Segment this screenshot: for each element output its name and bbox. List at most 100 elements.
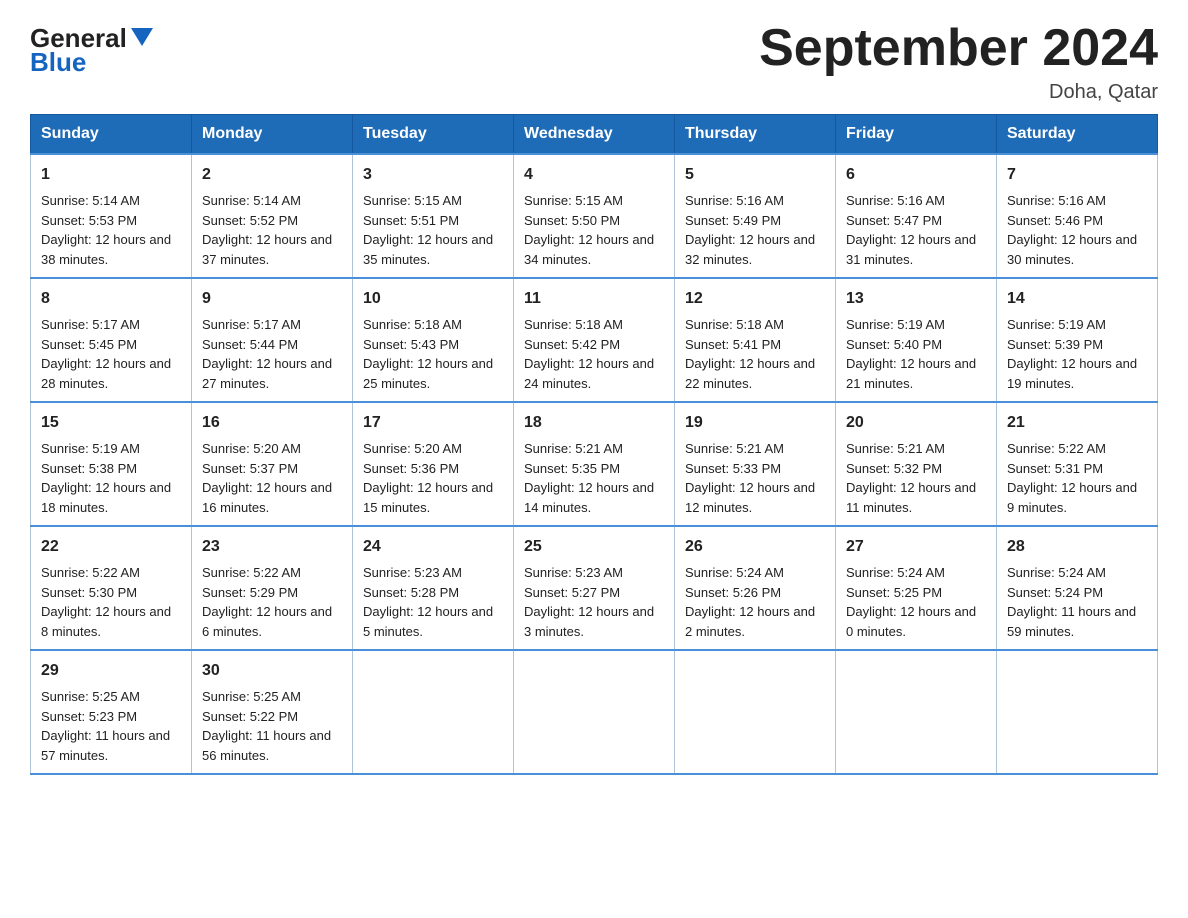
sunrise-text: Sunrise: 5:16 AM <box>846 191 986 211</box>
weekday-header-sunday: Sunday <box>31 115 192 155</box>
calendar-day-cell <box>514 650 675 774</box>
sunrise-text: Sunrise: 5:22 AM <box>41 563 181 583</box>
sunset-text: Sunset: 5:26 PM <box>685 583 825 603</box>
weekday-header-wednesday: Wednesday <box>514 115 675 155</box>
daylight-text: Daylight: 12 hours and 27 minutes. <box>202 354 342 393</box>
daylight-text: Daylight: 12 hours and 8 minutes. <box>41 602 181 641</box>
sunset-text: Sunset: 5:36 PM <box>363 459 503 479</box>
sunrise-text: Sunrise: 5:14 AM <box>202 191 342 211</box>
daylight-text: Daylight: 12 hours and 31 minutes. <box>846 230 986 269</box>
calendar-day-cell: 14Sunrise: 5:19 AMSunset: 5:39 PMDayligh… <box>997 278 1158 402</box>
daylight-text: Daylight: 12 hours and 3 minutes. <box>524 602 664 641</box>
sunset-text: Sunset: 5:37 PM <box>202 459 342 479</box>
daylight-text: Daylight: 12 hours and 34 minutes. <box>524 230 664 269</box>
calendar-day-cell: 26Sunrise: 5:24 AMSunset: 5:26 PMDayligh… <box>675 526 836 650</box>
daylight-text: Daylight: 11 hours and 59 minutes. <box>1007 602 1147 641</box>
sunrise-text: Sunrise: 5:19 AM <box>1007 315 1147 335</box>
day-number: 24 <box>363 535 503 559</box>
calendar-day-cell: 13Sunrise: 5:19 AMSunset: 5:40 PMDayligh… <box>836 278 997 402</box>
calendar-day-cell: 22Sunrise: 5:22 AMSunset: 5:30 PMDayligh… <box>31 526 192 650</box>
sunset-text: Sunset: 5:44 PM <box>202 335 342 355</box>
sunrise-text: Sunrise: 5:21 AM <box>685 439 825 459</box>
calendar-day-cell: 23 Sunrise: 5:22 AMSunset: 5:29 PMDayligh… <box>192 526 353 650</box>
calendar-week-row: 29 Sunrise: 5:25 AM Sunset: 5:23 PMDayligh… <box>31 650 1158 774</box>
daylight-text: Daylight: 12 hours and 6 minutes. <box>202 602 342 641</box>
day-number: 15 <box>41 411 181 435</box>
sunrise-text: Sunrise: 5:16 AM <box>685 191 825 211</box>
sunset-text: Sunset: 5:51 PM <box>363 211 503 231</box>
day-number: 3 <box>363 163 503 187</box>
sunrise-text: Sunrise: 5:25 AM <box>202 687 342 707</box>
day-number: 4 <box>524 163 664 187</box>
sunrise-text: Sunrise: 5:24 AM <box>1007 563 1147 583</box>
sunrise-text: Sunrise: 5:18 AM <box>685 315 825 335</box>
daylight-text: Daylight: 12 hours and 11 minutes. <box>846 478 986 517</box>
sunrise-text: Sunrise: 5:17 AM <box>202 315 342 335</box>
sunset-text: Sunset: 5:45 PM <box>41 335 181 355</box>
calendar-day-cell: 11Sunrise: 5:18 AMSunset: 5:42 PMDayligh… <box>514 278 675 402</box>
day-number: 9 <box>202 287 342 311</box>
sunset-text: Sunset: 5:30 PM <box>41 583 181 603</box>
sunset-text: Sunset: 5:29 PM <box>202 583 342 603</box>
day-number: 12 <box>685 287 825 311</box>
day-number: 10 <box>363 287 503 311</box>
day-number: 23 <box>202 535 342 559</box>
sunset-text: Sunset: 5:23 PM <box>41 707 181 727</box>
day-number: 28 <box>1007 535 1147 559</box>
day-number: 11 <box>524 287 664 311</box>
calendar-day-cell: 16Sunrise: 5:20 AMSunset: 5:37 PMDayligh… <box>192 402 353 526</box>
calendar-day-cell: 29Sunrise: 5:25 AMSunset: 5:23 PMDayligh… <box>31 650 192 774</box>
daylight-text: Daylight: 12 hours and 0 minutes. <box>846 602 986 641</box>
daylight-text: Daylight: 12 hours and 30 minutes. <box>1007 230 1147 269</box>
sunrise-text: Sunrise: 5:19 AM <box>41 439 181 459</box>
calendar-week-row: 22Sunrise: 5:22 AMSunset: 5:30 PMDayligh… <box>31 526 1158 650</box>
sunrise-text: Sunrise: 5:22 AM <box>1007 439 1147 459</box>
weekday-header-friday: Friday <box>836 115 997 155</box>
sunset-text: Sunset: 5:32 PM <box>846 459 986 479</box>
sunrise-text: Sunrise: 5:18 AM <box>363 315 503 335</box>
calendar-day-cell: 20Sunrise: 5:21 AMSunset: 5:32 PMDayligh… <box>836 402 997 526</box>
calendar-day-cell: 2Sunrise: 5:14 AMSunset: 5:52 PMDaylight… <box>192 154 353 278</box>
daylight-text: Daylight: 12 hours and 35 minutes. <box>363 230 503 269</box>
calendar-table: SundayMondayTuesdayWednesdayThursdayFrid… <box>30 114 1158 775</box>
day-number: 29 <box>41 659 181 683</box>
sunset-text: Sunset: 5:42 PM <box>524 335 664 355</box>
daylight-text: Daylight: 12 hours and 16 minutes. <box>202 478 342 517</box>
calendar-week-row: 15Sunrise: 5:19 AMSunset: 5:38 PMDayligh… <box>31 402 1158 526</box>
location-text: Doha, Qatar <box>759 81 1158 104</box>
daylight-text: Daylight: 12 hours and 37 minutes. <box>202 230 342 269</box>
day-number: 1 <box>41 163 181 187</box>
daylight-text: Daylight: 12 hours and 14 minutes. <box>524 478 664 517</box>
calendar-day-cell: 3 Sunrise: 5:15 AMSunset: 5:51 PMDaylight… <box>353 154 514 278</box>
sunset-text: Sunset: 5:38 PM <box>41 459 181 479</box>
sunset-text: Sunset: 5:43 PM <box>363 335 503 355</box>
logo: General Blue <box>30 25 153 78</box>
weekday-header-tuesday: Tuesday <box>353 115 514 155</box>
daylight-text: Daylight: 12 hours and 9 minutes. <box>1007 478 1147 517</box>
calendar-day-cell: 17Sunrise: 5:20 AMSunset: 5:36 PMDayligh… <box>353 402 514 526</box>
page-header: General Blue September 2024 Doha, Qatar <box>30 20 1158 104</box>
calendar-day-cell: 5Sunrise: 5:16 AMSunset: 5:49 PMDaylight… <box>675 154 836 278</box>
daylight-text: Daylight: 12 hours and 15 minutes. <box>363 478 503 517</box>
calendar-week-row: 1Sunrise: 5:14 AMSunset: 5:53 PMDaylight… <box>31 154 1158 278</box>
weekday-header-monday: Monday <box>192 115 353 155</box>
weekday-header-saturday: Saturday <box>997 115 1158 155</box>
sunrise-text: Sunrise: 5:23 AM <box>363 563 503 583</box>
sunrise-text: Sunrise: 5:22 AM <box>202 563 342 583</box>
day-number: 5 <box>685 163 825 187</box>
sunset-text: Sunset: 5:35 PM <box>524 459 664 479</box>
sunset-text: Sunset: 5:22 PM <box>202 707 342 727</box>
day-number: 19 <box>685 411 825 435</box>
daylight-text: Daylight: 11 hours and 57 minutes. <box>41 726 181 765</box>
sunset-text: Sunset: 5:50 PM <box>524 211 664 231</box>
sunset-text: Sunset: 5:31 PM <box>1007 459 1147 479</box>
daylight-text: Daylight: 12 hours and 32 minutes. <box>685 230 825 269</box>
sunrise-text: Sunrise: 5:17 AM <box>41 315 181 335</box>
day-number: 30 <box>202 659 342 683</box>
sunset-text: Sunset: 5:39 PM <box>1007 335 1147 355</box>
daylight-text: Daylight: 12 hours and 18 minutes. <box>41 478 181 517</box>
daylight-text: Daylight: 12 hours and 38 minutes. <box>41 230 181 269</box>
calendar-day-cell: 12Sunrise: 5:18 AMSunset: 5:41 PMDayligh… <box>675 278 836 402</box>
sunset-text: Sunset: 5:53 PM <box>41 211 181 231</box>
sunrise-text: Sunrise: 5:15 AM <box>363 191 503 211</box>
